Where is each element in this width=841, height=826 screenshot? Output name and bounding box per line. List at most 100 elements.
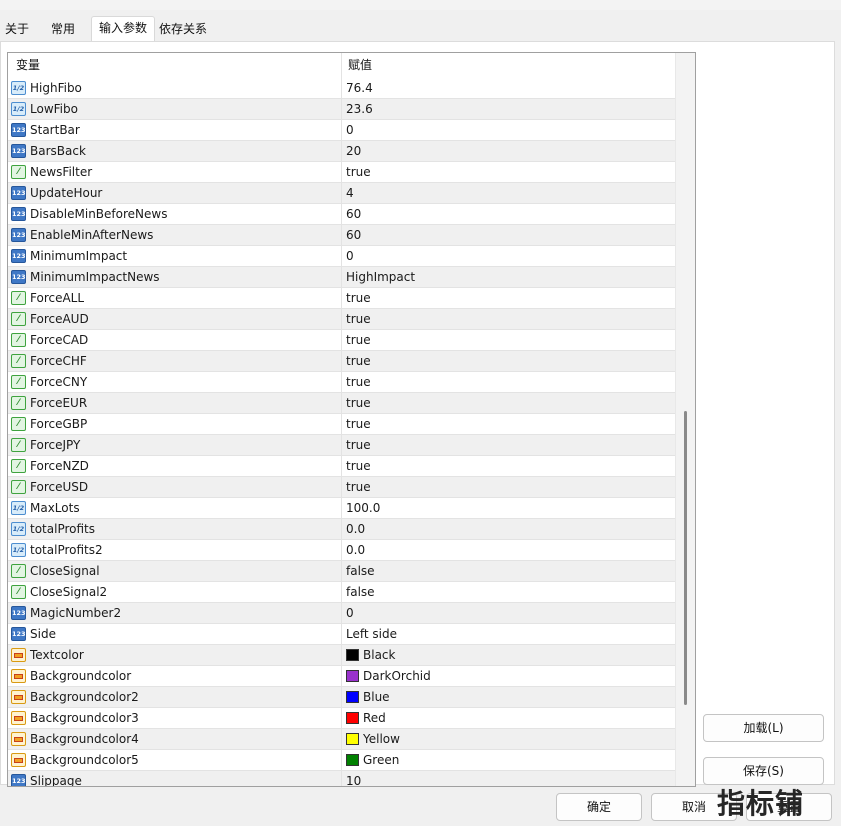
vertical-scrollbar[interactable]	[675, 53, 695, 786]
parameter-value[interactable]: 0	[346, 120, 354, 140]
table-row[interactable]: 123 MinimumImpact 0	[8, 246, 675, 267]
table-row[interactable]: ⁄ ForceAUD true	[8, 309, 675, 330]
table-row[interactable]: 1/2 MaxLots 100.0	[8, 498, 675, 519]
table-row[interactable]: ⁄ ForceALL true	[8, 288, 675, 309]
parameter-value[interactable]: true	[346, 330, 371, 350]
table-row[interactable]: Backgroundcolor5 Green	[8, 750, 675, 771]
parameter-value[interactable]: Red	[363, 708, 386, 728]
table-row[interactable]: 1/2 HighFibo 76.4	[8, 78, 675, 99]
parameter-value[interactable]: 0	[346, 246, 354, 266]
parameter-value[interactable]: Left side	[346, 624, 397, 644]
color-swatch[interactable]	[346, 712, 359, 724]
parameter-value[interactable]: 0.0	[346, 519, 365, 539]
column-header-variable[interactable]: 变量	[16, 53, 40, 78]
table-row[interactable]: ⁄ ForceCNY true	[8, 372, 675, 393]
table-row[interactable]: ⁄ CloseSignal2 false	[8, 582, 675, 603]
save-button[interactable]: 保存(S)	[703, 757, 824, 785]
column-header-value[interactable]: 赋值	[348, 53, 372, 78]
parameter-value[interactable]: true	[346, 435, 371, 455]
parameter-value[interactable]: 100.0	[346, 498, 380, 518]
parameter-value[interactable]: HighImpact	[346, 267, 415, 287]
table-row[interactable]: 123 UpdateHour 4	[8, 183, 675, 204]
parameter-value[interactable]: 23.6	[346, 99, 373, 119]
color-swatch[interactable]	[346, 691, 359, 703]
table-row[interactable]: 1/2 totalProfits 0.0	[8, 519, 675, 540]
cell-divider	[341, 435, 342, 455]
table-row[interactable]: ⁄ ForceUSD true	[8, 477, 675, 498]
table-row[interactable]: ⁄ ForceNZD true	[8, 456, 675, 477]
double-type-icon: 1/2	[11, 543, 26, 557]
cell-divider	[341, 183, 342, 203]
parameter-value[interactable]: 10	[346, 771, 361, 786]
table-row[interactable]: Backgroundcolor4 Yellow	[8, 729, 675, 750]
table-row[interactable]: ⁄ NewsFilter true	[8, 162, 675, 183]
color-swatch[interactable]	[346, 754, 359, 766]
table-row[interactable]: 123 EnableMinAfterNews 60	[8, 225, 675, 246]
table-row[interactable]: 1/2 totalProfits2 0.0	[8, 540, 675, 561]
parameter-value[interactable]: true	[346, 414, 371, 434]
color-swatch[interactable]	[346, 733, 359, 745]
table-row[interactable]: ⁄ ForceCAD true	[8, 330, 675, 351]
parameter-value[interactable]: 0.0	[346, 540, 365, 560]
table-row[interactable]: Backgroundcolor2 Blue	[8, 687, 675, 708]
table-row[interactable]: 123 DisableMinBeforeNews 60	[8, 204, 675, 225]
parameter-value[interactable]: Yellow	[363, 729, 400, 749]
table-row[interactable]: 123 StartBar 0	[8, 120, 675, 141]
parameter-value[interactable]: true	[346, 162, 371, 182]
table-row[interactable]: Textcolor Black	[8, 645, 675, 666]
table-row[interactable]: Backgroundcolor DarkOrchid	[8, 666, 675, 687]
table-row[interactable]: 123 Side Left side	[8, 624, 675, 645]
cell-divider	[341, 288, 342, 308]
table-row[interactable]: 123 MinimumImpactNews HighImpact	[8, 267, 675, 288]
parameter-value[interactable]: 60	[346, 225, 361, 245]
table-row[interactable]: ⁄ ForceCHF true	[8, 351, 675, 372]
color-swatch[interactable]	[346, 649, 359, 661]
parameter-value[interactable]: 76.4	[346, 78, 373, 98]
parameter-value[interactable]: true	[346, 456, 371, 476]
parameter-value[interactable]: 0	[346, 603, 354, 623]
double-type-icon: 1/2	[11, 501, 26, 515]
boolean-type-icon: ⁄	[11, 480, 26, 494]
table-row[interactable]: 123 Slippage 10	[8, 771, 675, 786]
table-row[interactable]: ⁄ ForceGBP true	[8, 414, 675, 435]
parameter-value[interactable]: true	[346, 372, 371, 392]
parameter-value[interactable]: true	[346, 477, 371, 497]
parameter-value[interactable]: true	[346, 393, 371, 413]
color-type-icon	[11, 753, 26, 767]
parameter-value[interactable]: true	[346, 351, 371, 371]
cell-divider	[341, 225, 342, 245]
tab-inputs[interactable]: 输入参数	[91, 16, 155, 43]
parameter-value[interactable]: false	[346, 582, 375, 602]
tab-common[interactable]: 常用	[44, 18, 82, 40]
parameter-value[interactable]: false	[346, 561, 375, 581]
parameter-value[interactable]: Blue	[363, 687, 390, 707]
parameter-value[interactable]: Green	[363, 750, 399, 770]
tab-dependencies[interactable]: 依存关系	[156, 18, 210, 40]
tab-about[interactable]: 关于	[0, 18, 34, 40]
parameter-name: totalProfits2	[30, 543, 103, 557]
parameter-value[interactable]: 20	[346, 141, 361, 161]
table-row[interactable]: 123 MagicNumber2 0	[8, 603, 675, 624]
parameter-value[interactable]: Black	[363, 645, 395, 665]
table-row[interactable]: Backgroundcolor3 Red	[8, 708, 675, 729]
load-button[interactable]: 加载(L)	[703, 714, 824, 742]
cell-divider	[341, 687, 342, 707]
parameter-name: MagicNumber2	[30, 606, 122, 620]
cell-divider	[341, 99, 342, 119]
parameter-value[interactable]: true	[346, 309, 371, 329]
parameter-value[interactable]: DarkOrchid	[363, 666, 431, 686]
parameter-value[interactable]: 60	[346, 204, 361, 224]
table-row[interactable]: ⁄ ForceEUR true	[8, 393, 675, 414]
table-row[interactable]: 1/2 LowFibo 23.6	[8, 99, 675, 120]
table-row[interactable]: 123 BarsBack 20	[8, 141, 675, 162]
table-row[interactable]: ⁄ ForceJPY true	[8, 435, 675, 456]
parameter-value[interactable]: 4	[346, 183, 354, 203]
double-type-icon: 1/2	[11, 81, 26, 95]
color-swatch[interactable]	[346, 670, 359, 682]
parameter-name: MaxLots	[30, 501, 80, 515]
table-row[interactable]: ⁄ CloseSignal false	[8, 561, 675, 582]
parameter-value[interactable]: true	[346, 288, 371, 308]
column-divider[interactable]	[341, 53, 342, 78]
scrollbar-thumb[interactable]	[684, 411, 687, 705]
ok-button[interactable]: 确定	[556, 793, 642, 821]
